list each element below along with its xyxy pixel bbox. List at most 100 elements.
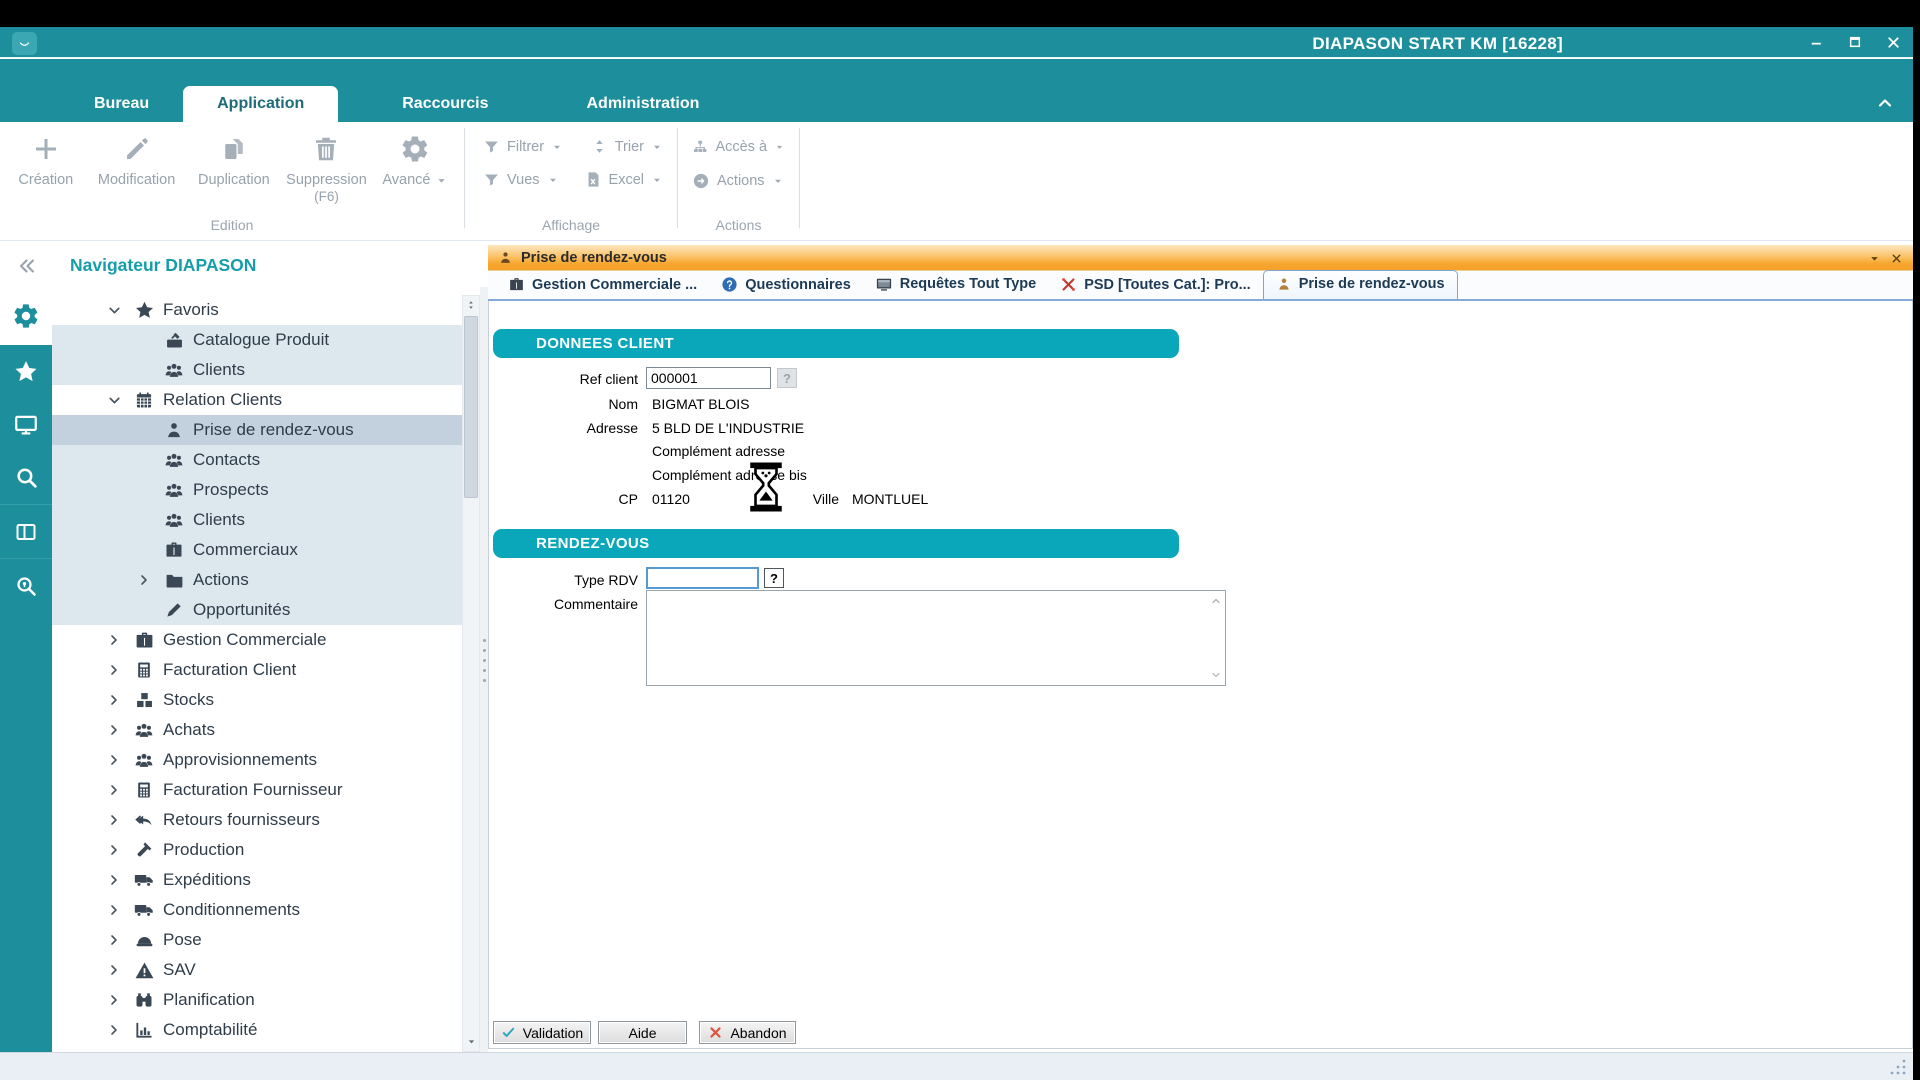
chevron-right-icon[interactable] bbox=[106, 752, 132, 768]
chevron-right-icon[interactable] bbox=[106, 782, 132, 798]
tree-item-facturation-client[interactable]: Facturation Client bbox=[52, 655, 462, 685]
tree-item-pose[interactable]: Pose bbox=[52, 925, 462, 955]
tree-item-clients[interactable]: Clients bbox=[52, 505, 462, 535]
rail-desktop-button[interactable] bbox=[0, 398, 52, 451]
app-logo-icon[interactable] bbox=[12, 32, 37, 55]
rail-modules-button[interactable] bbox=[0, 287, 52, 345]
document-dropdown-button[interactable] bbox=[1865, 250, 1883, 266]
duplication-button[interactable]: Duplication bbox=[188, 128, 281, 204]
doc-tab-prise-de-rendez-vous[interactable]: Prise de rendez-vous bbox=[1263, 270, 1458, 299]
chevron-right-icon[interactable] bbox=[106, 632, 132, 648]
tree-item-commerciaux[interactable]: Commerciaux bbox=[52, 535, 462, 565]
doc-tab-gestion-commerciale[interactable]: Gestion Commerciale ... bbox=[496, 271, 709, 298]
rail-layout-button[interactable] bbox=[0, 505, 52, 558]
ribbon-tab-bureau[interactable]: Bureau bbox=[60, 86, 183, 122]
chevron-right-icon[interactable] bbox=[106, 722, 132, 738]
sidebar-splitter[interactable] bbox=[480, 287, 488, 1052]
person-icon bbox=[1276, 276, 1292, 292]
chevron-right-icon[interactable] bbox=[106, 962, 132, 978]
tree-item-favoris[interactable]: Favoris bbox=[52, 295, 462, 325]
tree-item-opportunites[interactable]: Opportunités bbox=[52, 595, 462, 625]
gear-icon bbox=[400, 134, 430, 164]
aide-button[interactable]: Aide bbox=[598, 1021, 687, 1044]
chevron-right-icon[interactable] bbox=[106, 902, 132, 918]
validation-button[interactable]: Validation bbox=[493, 1021, 591, 1044]
chevron-right-icon[interactable] bbox=[136, 572, 162, 588]
resize-grip[interactable] bbox=[1889, 1058, 1907, 1076]
ribbon-tab-application[interactable]: Application bbox=[183, 86, 338, 122]
chevron-right-icon[interactable] bbox=[106, 842, 132, 858]
rail-search-button[interactable] bbox=[0, 451, 52, 504]
vues-button[interactable]: Vues bbox=[483, 171, 559, 188]
doc-tab-psd[interactable]: PSD [Toutes Cat.]: Pro... bbox=[1048, 271, 1263, 298]
tree-scrollbar[interactable] bbox=[462, 295, 480, 1052]
maximize-button[interactable] bbox=[1843, 31, 1867, 53]
actions-button[interactable]: Actions bbox=[692, 172, 785, 190]
type-rdv-help-button[interactable]: ? bbox=[764, 568, 784, 588]
chevron-down-icon[interactable] bbox=[1208, 669, 1223, 681]
doc-tab-requetes-tout-type[interactable]: Requêtes Tout Type bbox=[863, 270, 1048, 298]
chevron-right-icon[interactable] bbox=[106, 932, 132, 948]
avance-button[interactable]: Avancé bbox=[373, 128, 458, 204]
tree-item-contacts[interactable]: Contacts bbox=[52, 445, 462, 475]
tree-item-catalogue-produit[interactable]: Catalogue Produit bbox=[52, 325, 462, 355]
document-close-button[interactable] bbox=[1887, 250, 1905, 266]
chevron-right-icon[interactable] bbox=[106, 692, 132, 708]
tree-item-relation-clients[interactable]: Relation Clients bbox=[52, 385, 462, 415]
chevron-right-icon[interactable] bbox=[106, 992, 132, 1008]
tree-item-sav[interactable]: SAV bbox=[52, 955, 462, 985]
tree-item-facturation-fournisseur[interactable]: Facturation Fournisseur bbox=[52, 775, 462, 805]
scrollbar-thumb[interactable] bbox=[464, 316, 478, 498]
chevron-up-icon[interactable] bbox=[1208, 595, 1223, 607]
ribbon-collapse-button[interactable] bbox=[1875, 93, 1895, 113]
ribbon-tab-administration[interactable]: Administration bbox=[553, 86, 734, 122]
chevron-down-icon[interactable] bbox=[106, 302, 132, 319]
toolbox-icon bbox=[162, 330, 186, 351]
people-icon bbox=[162, 509, 186, 531]
tree-item-prise-de-rendez-vous[interactable]: Prise de rendez-vous bbox=[52, 415, 462, 445]
chevron-right-icon[interactable] bbox=[106, 1022, 132, 1038]
tree-item-planification[interactable]: Planification bbox=[52, 985, 462, 1015]
minimize-button[interactable] bbox=[1805, 31, 1829, 53]
tree-item-approvisionnements[interactable]: Approvisionnements bbox=[52, 745, 462, 775]
sidebar-collapse-button[interactable] bbox=[16, 255, 38, 277]
complement-adresse-bis-value: Complément adresse bis bbox=[652, 467, 807, 483]
abandon-button[interactable]: Abandon bbox=[699, 1021, 796, 1044]
commentaire-textarea[interactable] bbox=[646, 590, 1226, 686]
close-button[interactable] bbox=[1881, 31, 1905, 53]
ribbon-tab-raccourcis[interactable]: Raccourcis bbox=[368, 86, 522, 122]
creation-button[interactable]: Création bbox=[6, 128, 86, 204]
scroll-down-button[interactable] bbox=[463, 1032, 479, 1050]
modification-button[interactable]: Modification bbox=[86, 128, 188, 204]
chevron-right-icon[interactable] bbox=[106, 662, 132, 678]
ref-client-input[interactable] bbox=[646, 367, 771, 389]
excel-button[interactable]: Excel bbox=[585, 171, 663, 188]
chevron-down-icon bbox=[435, 174, 448, 187]
excel-icon bbox=[585, 171, 602, 188]
tree-item-gestion-commerciale[interactable]: Gestion Commerciale bbox=[52, 625, 462, 655]
chevron-down-icon[interactable] bbox=[106, 392, 132, 409]
tree-item-retours-fournisseurs[interactable]: Retours fournisseurs bbox=[52, 805, 462, 835]
ref-client-help-button[interactable]: ? bbox=[777, 368, 797, 388]
hardhat-icon bbox=[132, 930, 156, 951]
type-rdv-input[interactable] bbox=[646, 567, 759, 589]
tree-item-actions[interactable]: Actions bbox=[52, 565, 462, 595]
doc-tab-questionnaires[interactable]: Questionnaires bbox=[709, 271, 863, 298]
document-tab-bar: Gestion Commerciale ... Questionnaires R… bbox=[488, 271, 1913, 301]
tree-item-achats[interactable]: Achats bbox=[52, 715, 462, 745]
tree-item-stocks[interactable]: Stocks bbox=[52, 685, 462, 715]
filtrer-button[interactable]: Filtrer bbox=[483, 138, 565, 155]
tree-item-prospects[interactable]: Prospects bbox=[52, 475, 462, 505]
chevron-right-icon[interactable] bbox=[106, 812, 132, 828]
suppression-button[interactable]: Suppression (F6) bbox=[280, 128, 373, 204]
tree-item-clients-fav[interactable]: Clients bbox=[52, 355, 462, 385]
tree-item-production[interactable]: Production bbox=[52, 835, 462, 865]
chevron-right-icon[interactable] bbox=[106, 872, 132, 888]
rail-search-location-button[interactable] bbox=[0, 559, 52, 612]
acces-a-button[interactable]: Accès à bbox=[692, 138, 785, 156]
rail-favorites-button[interactable] bbox=[0, 345, 52, 398]
tree-item-comptabilite[interactable]: Comptabilité bbox=[52, 1015, 462, 1045]
trier-button[interactable]: Trier bbox=[591, 138, 663, 155]
tree-item-expeditions[interactable]: Expéditions bbox=[52, 865, 462, 895]
tree-item-conditionnements[interactable]: Conditionnements bbox=[52, 895, 462, 925]
